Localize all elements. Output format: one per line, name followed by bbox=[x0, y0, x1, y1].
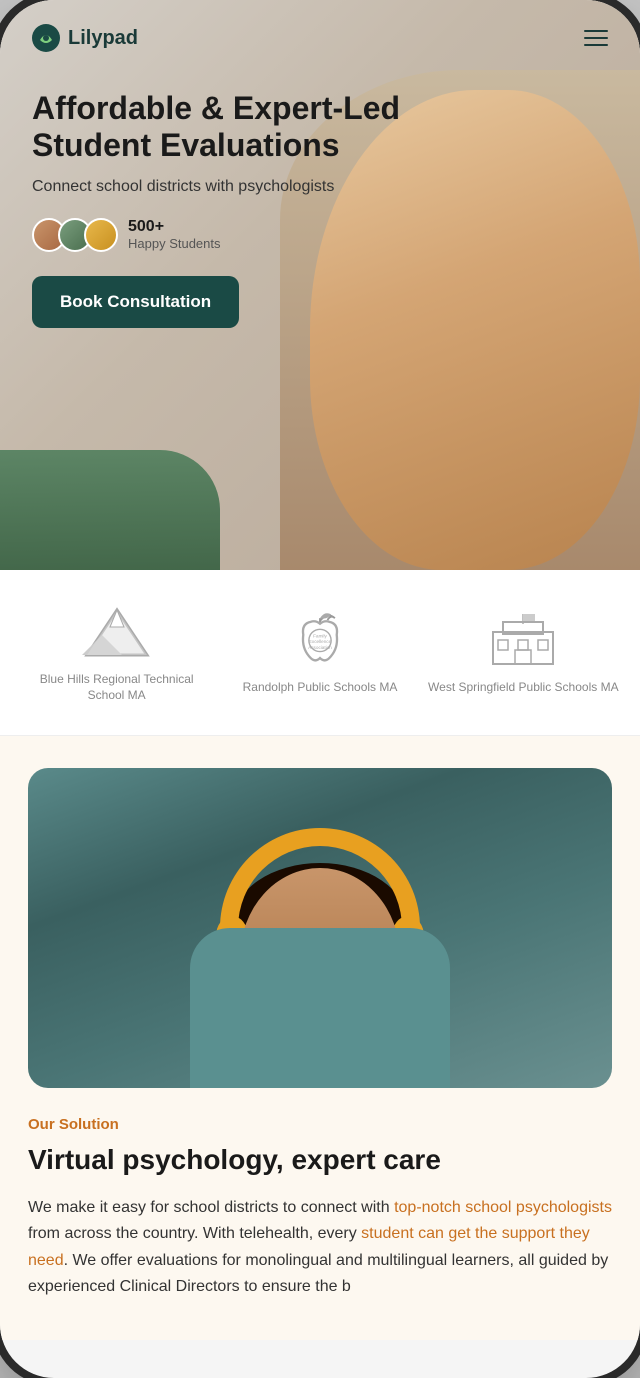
solution-section: Our Solution Virtual psychology, expert … bbox=[0, 736, 640, 1340]
west-springfield-caption: West Springfield Public Schools MA bbox=[428, 680, 619, 696]
logo-icon bbox=[32, 24, 60, 52]
solution-text-part3: . We offer evaluations for monolingual a… bbox=[28, 1252, 608, 1295]
apple-icon: Family Excellence Association bbox=[290, 607, 350, 672]
logo-text: Lilypad bbox=[68, 27, 138, 50]
solution-link-psychologists[interactable]: top-notch school psychologists bbox=[394, 1199, 612, 1216]
solution-image bbox=[28, 768, 612, 1088]
happy-students-text: 500+ Happy Students bbox=[128, 218, 221, 251]
svg-text:Family: Family bbox=[313, 634, 327, 639]
solution-label: Our Solution bbox=[28, 1116, 612, 1133]
logo[interactable]: Lilypad bbox=[32, 24, 138, 52]
hero-title-line1: Affordable & Expert-Led bbox=[32, 90, 400, 126]
hero-section: Affordable & Expert-Led Student Evaluati… bbox=[0, 0, 640, 570]
solution-body: We make it easy for school districts to … bbox=[28, 1195, 612, 1301]
hero-content: Affordable & Expert-Led Student Evaluati… bbox=[32, 90, 440, 328]
hero-subtitle: Connect school districts with psychologi… bbox=[32, 178, 440, 196]
hamburger-menu[interactable] bbox=[584, 30, 608, 46]
blue-hills-caption: Blue Hills Regional Technical School MA bbox=[20, 672, 213, 703]
hamburger-line-2 bbox=[584, 37, 608, 39]
building-icon bbox=[488, 612, 558, 667]
hamburger-line-3 bbox=[584, 44, 608, 46]
hero-title-line2: Student Evaluations bbox=[32, 127, 340, 163]
blue-hills-logo-img bbox=[82, 602, 152, 662]
logo-item-randolph: Family Excellence Association Randolph P… bbox=[223, 610, 416, 696]
phone-frame: Lilypad Affordable & Expert-Led Student … bbox=[0, 0, 640, 1378]
avatar-group bbox=[32, 218, 118, 252]
svg-text:Association: Association bbox=[308, 645, 332, 650]
randolph-logo-img: Family Excellence Association bbox=[285, 610, 355, 670]
logo-item-blue-hills: Blue Hills Regional Technical School MA bbox=[20, 602, 213, 703]
mountain-icon bbox=[82, 605, 152, 660]
happy-label: Happy Students bbox=[128, 236, 221, 251]
west-springfield-logo-img bbox=[488, 610, 558, 670]
logos-section: Blue Hills Regional Technical School MA … bbox=[0, 570, 640, 736]
svg-text:Excellence: Excellence bbox=[309, 640, 332, 645]
avatar-3 bbox=[84, 218, 118, 252]
hero-title: Affordable & Expert-Led Student Evaluati… bbox=[32, 90, 440, 164]
randolph-caption: Randolph Public Schools MA bbox=[243, 680, 398, 696]
happy-students-row: 500+ Happy Students bbox=[32, 218, 440, 252]
navbar: Lilypad bbox=[0, 0, 640, 76]
solution-text-part1: We make it easy for school districts to … bbox=[28, 1199, 394, 1216]
happy-count: 500+ bbox=[128, 218, 221, 236]
hero-plants bbox=[0, 450, 220, 570]
student-body bbox=[190, 928, 450, 1088]
hamburger-line-1 bbox=[584, 30, 608, 32]
solution-title: Virtual psychology, expert care bbox=[28, 1143, 612, 1177]
book-consultation-button[interactable]: Book Consultation bbox=[32, 276, 239, 328]
solution-text-part2: from across the country. With telehealth… bbox=[28, 1225, 361, 1242]
logo-item-west-springfield: West Springfield Public Schools MA bbox=[427, 610, 620, 696]
